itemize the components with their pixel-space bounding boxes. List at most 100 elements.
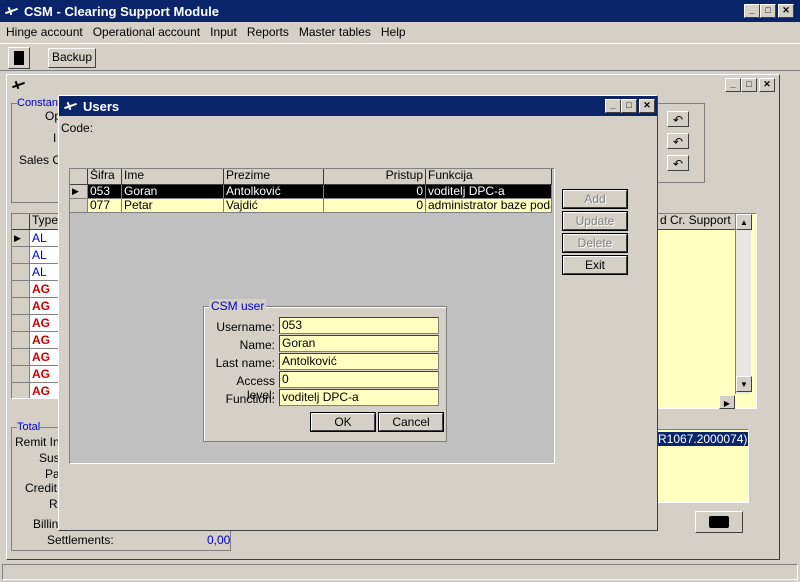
right-grid-vscroll[interactable]: ▲ ▼	[735, 214, 752, 394]
users-titlebar: Users	[59, 96, 657, 116]
col-funkcija[interactable]: Funkcija	[426, 169, 552, 185]
type-grid: Type ▶ AL AL AL AG AG AG AG AG AG AG	[11, 213, 61, 399]
app-close-button[interactable]: ✕	[778, 4, 794, 18]
user-cell-prezime: Antolković	[224, 185, 324, 199]
user-row[interactable]: 077PetarVajdić0administrator baze podata…	[70, 199, 554, 213]
scroll-down-button[interactable]: ▼	[736, 376, 752, 392]
users-close-button[interactable]: ✕	[639, 99, 655, 113]
type-row[interactable]: AL	[12, 247, 60, 264]
bg-window-titlebar	[7, 75, 779, 95]
users-plane-icon	[63, 100, 79, 112]
bg-minimize-button[interactable]: _	[725, 78, 741, 92]
app-titlebar: CSM - Clearing Support Module	[0, 0, 800, 22]
r-label: R	[49, 497, 58, 511]
exit-door-button[interactable]	[8, 47, 30, 69]
type-cell: AG	[30, 281, 60, 298]
function-field[interactable]: voditelj DPC-a	[279, 389, 439, 406]
credit-label: Credit	[25, 481, 58, 495]
right-info-panel: R1067.2000074)	[657, 429, 749, 503]
print-button[interactable]	[695, 511, 743, 533]
lastname-field[interactable]: Antolković	[279, 353, 439, 370]
cancel-button[interactable]: Cancel	[378, 412, 444, 432]
app-minimize-button[interactable]: _	[744, 4, 760, 18]
type-row[interactable]: AG	[12, 315, 60, 332]
status-bar	[2, 564, 798, 580]
total-label: Total	[17, 421, 41, 433]
bg-window-plane-icon	[11, 79, 27, 91]
exit-door-icon	[14, 51, 24, 65]
delete-button[interactable]: Delete	[562, 233, 628, 253]
app-maximize-button[interactable]: □	[760, 4, 776, 18]
right-column-header: d Cr. Support	[658, 214, 736, 230]
reset-button-1[interactable]: ↶	[667, 111, 689, 127]
user-cell-funkcija: voditelj DPC-a	[426, 185, 552, 199]
ok-button[interactable]: OK	[310, 412, 376, 432]
menu-input[interactable]: Input	[210, 25, 237, 39]
reset-button-2[interactable]: ↶	[667, 133, 689, 149]
menu-help[interactable]: Help	[381, 25, 406, 39]
lastname-label: Last name:	[215, 356, 275, 370]
col-ime[interactable]: Ime	[122, 169, 224, 185]
access-level-field[interactable]: 0	[279, 371, 439, 388]
users-maximize-button[interactable]: □	[621, 99, 637, 113]
bg-maximize-button[interactable]: □	[741, 78, 757, 92]
type-column-header: Type	[30, 214, 60, 230]
code-label: Code:	[61, 121, 94, 135]
settlements-label: Settlements:	[47, 533, 114, 547]
scroll-right-button[interactable]: ▶	[719, 395, 735, 409]
user-cell-ime: Petar	[122, 199, 224, 213]
username-field[interactable]: 053	[279, 317, 439, 334]
username-label: Username:	[216, 320, 275, 334]
add-button[interactable]: Add	[562, 189, 628, 209]
exit-button[interactable]: Exit	[562, 255, 628, 275]
col-prezime[interactable]: Prezime	[224, 169, 324, 185]
type-cell: AG	[30, 366, 60, 383]
csm-user-group-label: CSM user	[209, 299, 267, 313]
user-row[interactable]: ▶ 053 Goran Antolković 0 voditelj DPC-a	[70, 185, 554, 199]
type-cell: AL	[30, 247, 60, 264]
reset-button-3[interactable]: ↶	[667, 155, 689, 171]
type-row[interactable]: AG	[12, 298, 60, 315]
toolbar: Backup	[0, 43, 800, 71]
update-button[interactable]: Update	[562, 211, 628, 231]
type-row[interactable]: ▶ AL	[12, 230, 60, 247]
label-sales: Sales C	[19, 153, 62, 167]
type-row[interactable]: AG	[12, 281, 60, 298]
menu-master-tables[interactable]: Master tables	[299, 25, 371, 39]
app-title: CSM - Clearing Support Module	[24, 3, 219, 19]
col-pristup[interactable]: Pristup	[324, 169, 426, 185]
printer-icon	[709, 516, 729, 528]
users-minimize-button[interactable]: _	[605, 99, 621, 113]
col-sifra[interactable]: Šifra	[88, 169, 122, 185]
users-title: Users	[83, 98, 120, 114]
type-cell: AG	[30, 315, 60, 332]
menu-operational-account[interactable]: Operational account	[93, 25, 200, 39]
settlements-value: 0,00	[207, 533, 231, 547]
app-plane-icon	[4, 5, 20, 17]
scroll-up-button[interactable]: ▲	[736, 214, 752, 230]
type-cell: AG	[30, 383, 60, 398]
type-cell: AL	[30, 230, 60, 247]
type-row[interactable]: AG	[12, 383, 60, 398]
remit-label: Remit In	[15, 435, 60, 449]
constants-group-label: Constan	[17, 97, 58, 109]
label-i: I	[53, 131, 57, 145]
type-row[interactable]: AL	[12, 264, 60, 281]
type-row[interactable]: AG	[12, 349, 60, 366]
user-cell-prezime: Vajdić	[224, 199, 324, 213]
type-cell: AG	[30, 298, 60, 315]
row-pointer-icon: ▶	[70, 185, 88, 199]
backup-button[interactable]: Backup	[48, 48, 96, 68]
user-cell-pristup: 0	[324, 185, 426, 199]
user-cell-funkcija: administrator baze podatal	[426, 199, 552, 213]
sus-label: Sus	[39, 451, 60, 465]
name-field[interactable]: Goran	[279, 335, 439, 352]
function-label: Function:	[225, 392, 275, 406]
type-row[interactable]: AG	[12, 366, 60, 383]
row-pointer-icon: ▶	[12, 230, 30, 247]
bg-close-button[interactable]: ✕	[759, 78, 775, 92]
type-row[interactable]: AG	[12, 332, 60, 349]
menu-hinge-account[interactable]: Hinge account	[6, 25, 83, 39]
type-cell: AL	[30, 264, 60, 281]
menu-reports[interactable]: Reports	[247, 25, 289, 39]
